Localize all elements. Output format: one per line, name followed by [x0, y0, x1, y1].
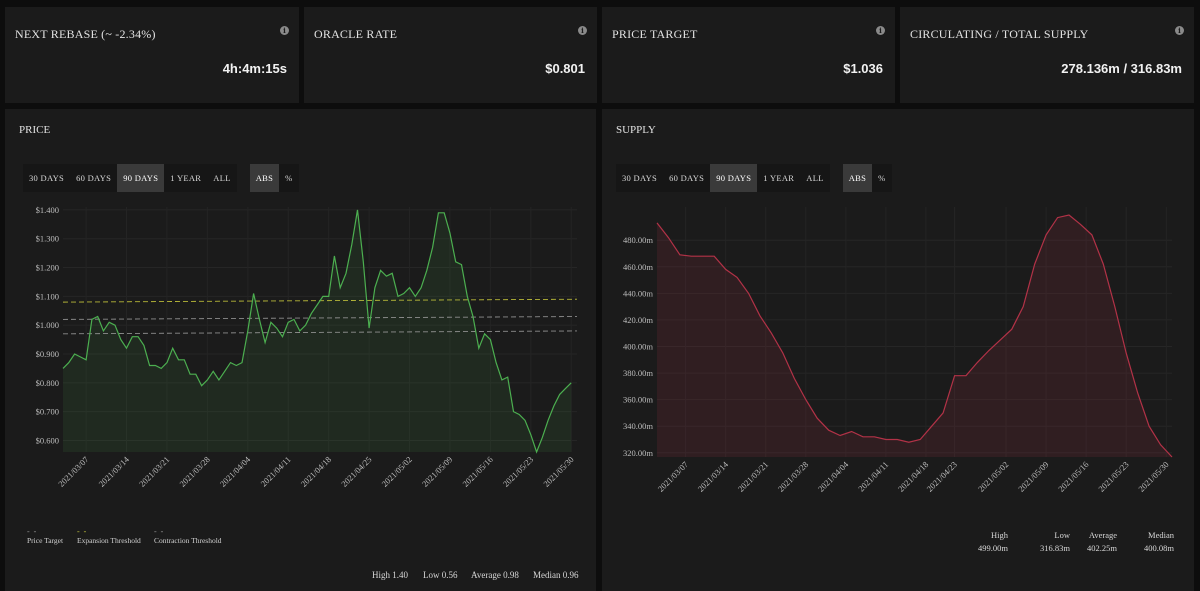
x-tick-label: 2021/05/23: [501, 454, 535, 488]
range-30-days-button[interactable]: 30 DAYS: [616, 164, 664, 192]
price-area: [63, 209, 572, 452]
oracle-rate-title: ORACLE RATE: [314, 27, 398, 41]
x-tick-label: 2021/05/09: [420, 454, 454, 488]
info-icon[interactable]: i: [280, 26, 289, 35]
supply-stat-high: High 499.00m: [978, 530, 1008, 553]
x-tick-label: 2021/05/30: [1136, 459, 1170, 493]
y-tick-label: $1.100: [36, 291, 59, 301]
oracle-rate-card: ORACLE RATE i $0.801: [304, 7, 597, 103]
y-tick-label: $1.400: [36, 205, 59, 215]
next-rebase-value: 4h:4m:15s: [222, 61, 287, 76]
x-tick-label: 2021/05/30: [541, 454, 575, 488]
price-panel: PRICE 30 DAYS 60 DAYS 90 DAYS 1 YEAR ALL…: [5, 109, 596, 591]
price-range-selector: 30 DAYS 60 DAYS 90 DAYS 1 YEAR ALL ABS %: [23, 164, 299, 192]
x-tick-label: 2021/03/21: [736, 459, 770, 493]
range-90-days-button[interactable]: 90 DAYS: [117, 164, 165, 192]
price-panel-title: PRICE: [19, 124, 51, 136]
x-tick-label: 2021/03/14: [696, 459, 731, 494]
x-tick-label: 2021/05/16: [1056, 459, 1090, 493]
price-stat-high: High 1.40: [372, 570, 408, 580]
x-tick-label: 2021/03/07: [56, 454, 90, 488]
x-tick-label: 2021/04/23: [925, 459, 959, 493]
price-target-card: PRICE TARGET i $1.036: [602, 7, 895, 103]
next-rebase-card: NEXT REBASE (~ -2.34%) i 4h:4m:15s: [5, 7, 299, 103]
oracle-rate-value: $0.801: [545, 61, 585, 76]
y-tick-label: $1.000: [36, 320, 59, 330]
price-stat-median: Median 0.96: [533, 570, 579, 580]
x-tick-label: 2021/03/28: [177, 454, 211, 488]
x-tick-label: 2021/05/23: [1096, 459, 1130, 493]
range-30-days-button[interactable]: 30 DAYS: [23, 164, 71, 192]
y-tick-label: $0.600: [36, 435, 59, 445]
y-tick-label: $0.700: [36, 407, 59, 417]
supply-stat-median: Median 400.08m: [1144, 530, 1174, 553]
info-icon[interactable]: i: [876, 26, 885, 35]
legend-contraction-threshold[interactable]: - - Contraction Threshold: [154, 528, 222, 546]
legend-price-target[interactable]: - - Price Target: [27, 528, 63, 546]
range-60-days-button[interactable]: 60 DAYS: [663, 164, 711, 192]
y-tick-label: 400.00m: [623, 342, 653, 352]
range-all-button[interactable]: ALL: [207, 164, 237, 192]
y-tick-label: 320.00m: [623, 448, 653, 458]
x-tick-label: 2021/05/09: [1016, 459, 1050, 493]
y-tick-label: 380.00m: [623, 368, 653, 378]
range-1-year-button[interactable]: 1 YEAR: [757, 164, 801, 192]
x-tick-label: 2021/04/04: [218, 454, 253, 489]
supply-area: [657, 215, 1172, 457]
y-tick-label: 340.00m: [623, 421, 653, 431]
mode-abs-button[interactable]: ABS: [842, 164, 873, 192]
price-stat-low: Low 0.56: [423, 570, 458, 580]
y-tick-label: 460.00m: [623, 262, 653, 272]
range-90-days-button[interactable]: 90 DAYS: [710, 164, 758, 192]
y-tick-label: $1.200: [36, 263, 59, 273]
x-tick-label: 2021/04/04: [816, 459, 851, 494]
supply-title: CIRCULATING / TOTAL SUPPLY: [910, 27, 1089, 41]
y-tick-label: $1.300: [36, 234, 59, 244]
y-tick-label: $0.800: [36, 378, 59, 388]
x-tick-label: 2021/05/02: [976, 459, 1010, 493]
x-tick-label: 2021/05/02: [379, 454, 413, 488]
supply-stat-average: Average 402.25m: [1087, 530, 1117, 553]
x-tick-label: 2021/03/07: [656, 459, 690, 493]
mode-percent-button[interactable]: %: [872, 164, 892, 192]
supply-panel: SUPPLY 30 DAYS 60 DAYS 90 DAYS 1 YEAR AL…: [602, 109, 1194, 591]
mode-percent-button[interactable]: %: [279, 164, 299, 192]
legend-expansion-threshold[interactable]: - - Expansion Threshold: [77, 528, 141, 546]
x-tick-label: 2021/03/28: [776, 459, 810, 493]
supply-card: CIRCULATING / TOTAL SUPPLY i 278.136m / …: [900, 7, 1194, 103]
y-tick-label: 360.00m: [623, 395, 653, 405]
price-target-title: PRICE TARGET: [612, 27, 698, 41]
next-rebase-title: NEXT REBASE (~ -2.34%): [15, 27, 156, 41]
x-tick-label: 2021/04/25: [339, 454, 373, 488]
x-tick-label: 2021/05/16: [460, 454, 494, 488]
y-tick-label: $0.900: [36, 349, 59, 359]
x-tick-label: 2021/04/11: [856, 459, 890, 493]
supply-range-selector: 30 DAYS 60 DAYS 90 DAYS 1 YEAR ALL ABS %: [616, 164, 892, 192]
y-tick-label: 480.00m: [623, 235, 653, 245]
y-tick-label: 420.00m: [623, 315, 653, 325]
x-tick-label: 2021/04/18: [299, 454, 333, 488]
price-stat-average: Average 0.98: [471, 570, 519, 580]
x-tick-label: 2021/03/14: [96, 454, 131, 489]
info-icon[interactable]: i: [578, 26, 587, 35]
supply-panel-title: SUPPLY: [616, 124, 656, 136]
price-target-value: $1.036: [843, 61, 883, 76]
range-1-year-button[interactable]: 1 YEAR: [164, 164, 208, 192]
mode-abs-button[interactable]: ABS: [249, 164, 280, 192]
info-icon[interactable]: i: [1175, 26, 1184, 35]
supply-stat-low: Low 316.83m: [1040, 530, 1070, 553]
x-tick-label: 2021/04/11: [258, 454, 292, 488]
x-tick-label: 2021/03/21: [137, 454, 171, 488]
range-all-button[interactable]: ALL: [800, 164, 830, 192]
range-60-days-button[interactable]: 60 DAYS: [70, 164, 118, 192]
supply-value: 278.136m / 316.83m: [1061, 61, 1182, 76]
y-tick-label: 440.00m: [623, 288, 653, 298]
